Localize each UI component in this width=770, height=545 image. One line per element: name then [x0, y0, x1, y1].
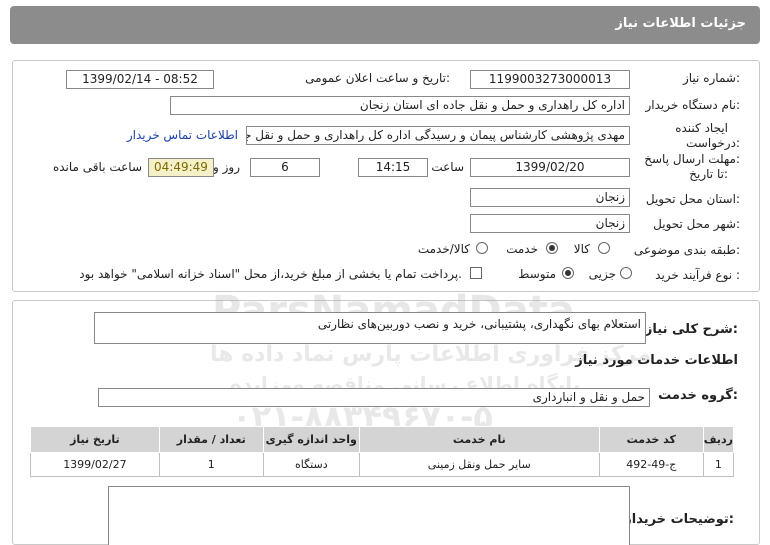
- category-radio-service[interactable]: [546, 242, 558, 254]
- services-section-title: اطلاعات خدمات مورد نیاز: [575, 353, 738, 368]
- process-label: نوع فرآیند خرید :: [655, 268, 740, 282]
- service-group-field[interactable]: حمل و نقل و انبارداری: [98, 388, 650, 407]
- service-group-label: گروه خدمت:: [658, 388, 738, 403]
- days-remaining-field[interactable]: 6: [250, 158, 320, 177]
- category-label: طبقه بندی موضوعی:: [633, 243, 740, 257]
- category-option-service: خدمت: [506, 242, 538, 256]
- need-number-label: شماره نیاز:: [682, 71, 740, 85]
- services-table: ردیف کد خدمت نام خدمت واحد اندازه گیری ت…: [30, 426, 735, 477]
- general-desc-label: شرح کلی نیاز:: [644, 322, 738, 337]
- province-label: استان محل تحویل:: [645, 192, 740, 206]
- treasury-payment-note: پرداخت تمام یا بخشی از مبلغ خرید،از محل …: [79, 267, 462, 281]
- province-field[interactable]: زنجان: [470, 188, 630, 207]
- process-option-minor: جزیی: [588, 267, 616, 281]
- page-title-bar: جزئیات اطلاعات نیاز: [10, 6, 760, 44]
- col-quantity: تعداد / مقدار: [158, 426, 264, 453]
- deadline-label-1: مهلت ارسال پاسخ:: [644, 152, 740, 166]
- services-table-header: ردیف کد خدمت نام خدمت واحد اندازه گیری ت…: [30, 426, 735, 453]
- cell-unit: دستگاه: [262, 452, 360, 477]
- deadline-time-field[interactable]: 14:15: [358, 158, 428, 177]
- cell-need-date: 1399/02/27: [30, 452, 160, 477]
- buyer-org-field[interactable]: اداره کل راهداری و حمل و نقل جاده ای است…: [170, 96, 630, 115]
- city-label: شهر محل تحویل:: [653, 217, 740, 231]
- deadline-time-label: ساعت: [431, 160, 464, 174]
- col-unit: واحد اندازه گیری: [262, 426, 360, 453]
- creator-label-2: درخواست:: [686, 136, 740, 150]
- cell-service-code: ج-49-492: [598, 452, 704, 477]
- col-service-name: نام خدمت: [358, 426, 600, 453]
- days-label: روز و: [213, 160, 240, 174]
- col-need-date: تاریخ نیاز: [30, 426, 160, 453]
- deadline-label-2: تا تاریخ:: [689, 167, 728, 181]
- cell-quantity: 1: [158, 452, 264, 477]
- announce-datetime-field[interactable]: 1399/02/14 - 08:52: [66, 70, 214, 89]
- creator-field[interactable]: مهدی پژوهشی کارشناس پیمان و رسیدگی اداره…: [246, 126, 630, 145]
- time-remaining-field: 04:49:49: [148, 158, 214, 177]
- time-remaining-label: ساعت باقی مانده: [52, 160, 142, 174]
- treasury-payment-checkbox[interactable]: [470, 267, 482, 279]
- category-radio-goods-service[interactable]: [476, 242, 488, 254]
- table-row[interactable]: 1 ج-49-492 سایر حمل ونقل زمینی دستگاه 1 …: [30, 452, 735, 477]
- general-desc-field[interactable]: استعلام بهای نگهداری، پشتیبانی، خرید و ن…: [94, 312, 646, 344]
- col-row-number: ردیف: [702, 426, 735, 453]
- process-option-medium: متوسط: [518, 267, 556, 281]
- creator-label-1: ایجاد کننده: [675, 121, 728, 135]
- buyer-notes-label: توضیحات خریدار:: [624, 512, 734, 527]
- buyer-notes-field[interactable]: [108, 486, 630, 545]
- col-service-code: کد خدمت: [598, 426, 704, 453]
- process-radio-medium[interactable]: [562, 267, 574, 279]
- cell-service-name: سایر حمل ونقل زمینی: [358, 452, 600, 477]
- category-option-goods: کالا: [573, 242, 590, 256]
- buyer-contact-link[interactable]: اطلاعات تماس خریدار: [127, 128, 238, 142]
- cell-row-number: 1: [702, 452, 735, 477]
- city-field[interactable]: زنجان: [470, 214, 630, 233]
- process-radio-minor[interactable]: [620, 267, 632, 279]
- category-option-goods-service: کالا/خدمت: [417, 242, 470, 256]
- announce-datetime-label: تاریخ و ساعت اعلان عمومی:: [305, 71, 450, 85]
- services-table-wrapper: ردیف کد خدمت نام خدمت واحد اندازه گیری ت…: [30, 426, 735, 477]
- category-radio-goods[interactable]: [598, 242, 610, 254]
- buyer-org-label: نام دستگاه خریدار:: [645, 98, 741, 112]
- need-number-field[interactable]: 1199003273000013: [470, 70, 630, 89]
- deadline-date-field[interactable]: 1399/02/20: [470, 158, 630, 177]
- page-title: جزئیات اطلاعات نیاز: [615, 16, 746, 31]
